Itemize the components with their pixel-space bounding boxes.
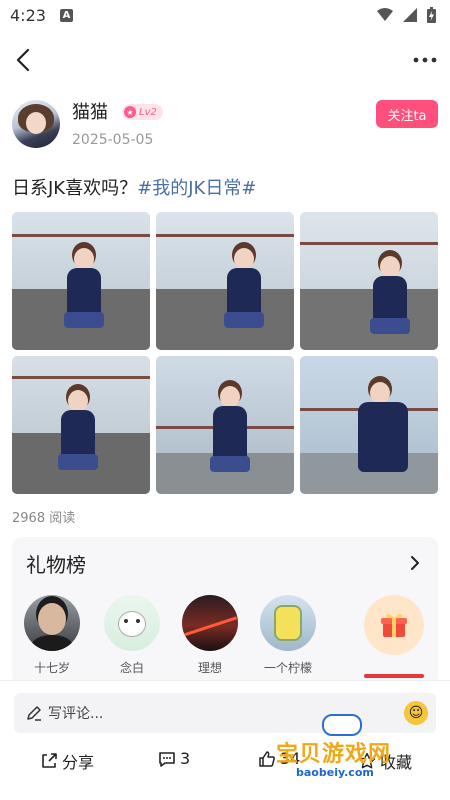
gift-user-avatar bbox=[24, 595, 80, 651]
pencil-icon bbox=[27, 706, 41, 721]
comment-icon bbox=[159, 751, 175, 767]
post-date: 2025-05-05 bbox=[72, 132, 154, 148]
level-text: Lv2 bbox=[139, 106, 157, 118]
site-watermark: 宝贝游戏网 baobeiy.com bbox=[276, 714, 426, 784]
post-text: 日系JK喜欢吗？#我的JK日常# bbox=[12, 174, 256, 200]
photo-thumbnail[interactable] bbox=[12, 356, 150, 494]
gift-user[interactable]: 一个柠檬 bbox=[258, 595, 318, 676]
battery-icon bbox=[427, 7, 436, 23]
photo-grid bbox=[12, 212, 438, 494]
author-name[interactable]: 猫猫 bbox=[72, 98, 108, 124]
photo-thumbnail[interactable] bbox=[300, 356, 438, 494]
share-icon bbox=[42, 753, 57, 768]
comment-placeholder: 写评论... bbox=[48, 706, 104, 722]
chevron-right-icon[interactable] bbox=[410, 555, 420, 571]
photo-thumbnail[interactable] bbox=[156, 356, 294, 494]
status-time: 4:23 bbox=[10, 5, 46, 25]
signal-icon bbox=[403, 8, 417, 22]
follow-button[interactable]: 关注ta bbox=[376, 100, 438, 128]
level-badge: ★ Lv2 bbox=[122, 104, 163, 120]
gift-user-avatar bbox=[260, 595, 316, 651]
gift-icon bbox=[381, 613, 407, 637]
red-strip bbox=[364, 674, 424, 678]
gamepad-icon bbox=[322, 714, 362, 736]
level-star-icon: ★ bbox=[124, 106, 136, 118]
gift-user-name: 念白 bbox=[119, 661, 144, 675]
gift-user[interactable]: 理想 bbox=[180, 595, 240, 676]
send-gift-button[interactable] bbox=[364, 595, 424, 655]
photo-thumbnail[interactable] bbox=[12, 212, 150, 350]
photo-thumbnail[interactable] bbox=[156, 212, 294, 350]
back-arrow-icon[interactable] bbox=[16, 48, 30, 72]
more-options-icon[interactable] bbox=[412, 56, 438, 64]
gift-user-avatar bbox=[104, 595, 160, 651]
gift-user[interactable]: 十七岁 bbox=[22, 595, 82, 676]
comment-button[interactable]: 3 bbox=[158, 749, 190, 768]
notification-icon: A bbox=[59, 8, 73, 22]
gift-user[interactable]: 念白 bbox=[102, 595, 162, 676]
thumbs-up-icon bbox=[259, 750, 275, 767]
photo-thumbnail[interactable] bbox=[300, 212, 438, 350]
gift-ranking-card: 礼物榜 十七岁 念白 理想 一个柠檬 bbox=[12, 537, 438, 685]
share-label: 分享 bbox=[62, 753, 95, 772]
wifi-icon bbox=[377, 8, 393, 21]
status-bar: 4:23 A bbox=[0, 0, 450, 30]
gift-user-name: 十七岁 bbox=[33, 661, 70, 675]
gift-user-name: 理想 bbox=[197, 661, 222, 675]
gift-user-avatar bbox=[182, 595, 238, 651]
comment-count: 3 bbox=[180, 749, 191, 768]
author-header: 猫猫 ★ Lv2 2025-05-05 关注ta bbox=[12, 98, 438, 154]
gift-user-name: 一个柠檬 bbox=[263, 661, 312, 675]
read-count: 2968 阅读 bbox=[12, 511, 76, 526]
top-nav bbox=[0, 38, 450, 82]
post-caption: 日系JK喜欢吗？ bbox=[12, 178, 138, 199]
watermark-url: baobeiy.com bbox=[296, 766, 374, 779]
status-icons bbox=[377, 7, 436, 23]
watermark-text: 宝贝游戏网 bbox=[276, 742, 392, 767]
share-button[interactable]: 分享 bbox=[40, 749, 94, 773]
author-avatar[interactable] bbox=[12, 100, 60, 148]
gift-ranking-title: 礼物榜 bbox=[26, 553, 86, 577]
hashtag-link[interactable]: #我的JK日常# bbox=[137, 178, 256, 199]
